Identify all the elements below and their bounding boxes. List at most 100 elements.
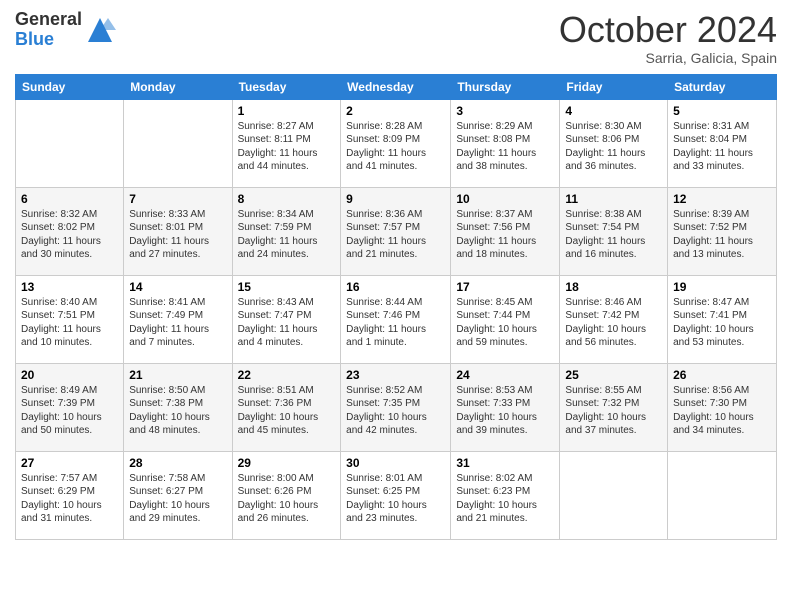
calendar-cell: 23 Sunrise: 8:52 AM Sunset: 7:35 PM Dayli… <box>341 363 451 451</box>
day-info: Sunrise: 8:51 AM Sunset: 7:36 PM Dayligh… <box>238 384 336 438</box>
day-number: 6 <box>21 192 118 206</box>
day-info: Sunrise: 8:38 AM Sunset: 7:54 PM Dayligh… <box>565 208 662 262</box>
day-number: 23 <box>346 368 445 382</box>
calendar-cell: 7 Sunrise: 8:33 AM Sunset: 8:01 PM Daylig… <box>124 187 232 275</box>
day-info: Sunrise: 8:01 AM Sunset: 6:25 PM Dayligh… <box>346 472 445 526</box>
calendar-cell <box>668 451 777 539</box>
calendar-cell: 8 Sunrise: 8:34 AM Sunset: 7:59 PM Daylig… <box>232 187 341 275</box>
day-info: Sunrise: 8:27 AM Sunset: 8:11 PM Dayligh… <box>238 120 336 174</box>
calendar-table: SundayMondayTuesdayWednesdayThursdayFrid… <box>15 74 777 540</box>
day-info: Sunrise: 8:43 AM Sunset: 7:47 PM Dayligh… <box>238 296 336 350</box>
day-number: 4 <box>565 104 662 118</box>
day-info: Sunrise: 8:39 AM Sunset: 7:52 PM Dayligh… <box>673 208 771 262</box>
calendar-cell: 31 Sunrise: 8:02 AM Sunset: 6:23 PM Dayli… <box>451 451 560 539</box>
calendar-cell: 2Sunrise: 8:28 AM Sunset: 8:09 PM Daylig… <box>341 99 451 187</box>
calendar-cell: 26Sunrise: 8:56 AM Sunset: 7:30 PM Dayli… <box>668 363 777 451</box>
calendar-cell: 11 Sunrise: 8:38 AM Sunset: 7:54 PM Dayli… <box>560 187 668 275</box>
calendar-cell: 13 Sunrise: 8:40 AM Sunset: 7:51 PM Dayli… <box>16 275 124 363</box>
day-info: Sunrise: 8:00 AM Sunset: 6:26 PM Dayligh… <box>238 472 336 526</box>
day-number: 24 <box>456 368 554 382</box>
calendar-cell <box>124 99 232 187</box>
calendar-cell <box>560 451 668 539</box>
day-number: 19 <box>673 280 771 294</box>
day-number: 7 <box>129 192 226 206</box>
day-info: Sunrise: 8:36 AM Sunset: 7:57 PM Dayligh… <box>346 208 445 262</box>
day-number: 29 <box>238 456 336 470</box>
day-number: 18 <box>565 280 662 294</box>
calendar-cell: 10 Sunrise: 8:37 AM Sunset: 7:56 PM Dayli… <box>451 187 560 275</box>
day-number: 9 <box>346 192 445 206</box>
day-info: Sunrise: 8:46 AM Sunset: 7:42 PM Dayligh… <box>565 296 662 350</box>
calendar-cell: 24 Sunrise: 8:53 AM Sunset: 7:33 PM Dayli… <box>451 363 560 451</box>
day-info: Sunrise: 8:44 AM Sunset: 7:46 PM Dayligh… <box>346 296 445 350</box>
day-info: Sunrise: 8:52 AM Sunset: 7:35 PM Dayligh… <box>346 384 445 438</box>
calendar-cell: 28 Sunrise: 7:58 AM Sunset: 6:27 PM Dayli… <box>124 451 232 539</box>
calendar-cell <box>16 99 124 187</box>
calendar-week-row: 20 Sunrise: 8:49 AM Sunset: 7:39 PM Dayli… <box>16 363 777 451</box>
calendar-cell: 17 Sunrise: 8:45 AM Sunset: 7:44 PM Dayli… <box>451 275 560 363</box>
day-info: Sunrise: 7:58 AM Sunset: 6:27 PM Dayligh… <box>129 472 226 526</box>
calendar-cell: 21 Sunrise: 8:50 AM Sunset: 7:38 PM Dayli… <box>124 363 232 451</box>
logo: General Blue <box>15 10 116 50</box>
day-info: Sunrise: 8:37 AM Sunset: 7:56 PM Dayligh… <box>456 208 554 262</box>
day-info: Sunrise: 8:32 AM Sunset: 8:02 PM Dayligh… <box>21 208 118 262</box>
day-info: Sunrise: 8:45 AM Sunset: 7:44 PM Dayligh… <box>456 296 554 350</box>
day-number: 21 <box>129 368 226 382</box>
day-info: Sunrise: 8:33 AM Sunset: 8:01 PM Dayligh… <box>129 208 226 262</box>
calendar-week-row: 6 Sunrise: 8:32 AM Sunset: 8:02 PM Daylig… <box>16 187 777 275</box>
calendar-cell: 22 Sunrise: 8:51 AM Sunset: 7:36 PM Dayli… <box>232 363 341 451</box>
calendar-week-row: 13 Sunrise: 8:40 AM Sunset: 7:51 PM Dayli… <box>16 275 777 363</box>
calendar-week-row: 1 Sunrise: 8:27 AM Sunset: 8:11 PM Daylig… <box>16 99 777 187</box>
calendar-cell: 29 Sunrise: 8:00 AM Sunset: 6:26 PM Dayli… <box>232 451 341 539</box>
day-info: Sunrise: 8:31 AM Sunset: 8:04 PM Dayligh… <box>673 120 771 174</box>
day-info: Sunrise: 8:55 AM Sunset: 7:32 PM Dayligh… <box>565 384 662 438</box>
day-header-monday: Monday <box>124 74 232 99</box>
day-number: 26 <box>673 368 771 382</box>
calendar-cell: 19 Sunrise: 8:47 AM Sunset: 7:41 PM Dayli… <box>668 275 777 363</box>
day-header-saturday: Saturday <box>668 74 777 99</box>
day-number: 11 <box>565 192 662 206</box>
day-info: Sunrise: 8:49 AM Sunset: 7:39 PM Dayligh… <box>21 384 118 438</box>
calendar-cell: 12 Sunrise: 8:39 AM Sunset: 7:52 PM Dayli… <box>668 187 777 275</box>
logo-general: General <box>15 10 82 30</box>
header: General Blue October 2024 Sarria, Galici… <box>15 10 777 66</box>
day-header-thursday: Thursday <box>451 74 560 99</box>
day-info: Sunrise: 8:30 AM Sunset: 8:06 PM Dayligh… <box>565 120 662 174</box>
day-number: 10 <box>456 192 554 206</box>
day-number: 8 <box>238 192 336 206</box>
calendar-cell: 1 Sunrise: 8:27 AM Sunset: 8:11 PM Daylig… <box>232 99 341 187</box>
calendar-cell: 6 Sunrise: 8:32 AM Sunset: 8:02 PM Daylig… <box>16 187 124 275</box>
day-number: 12 <box>673 192 771 206</box>
day-info: Sunrise: 7:57 AM Sunset: 6:29 PM Dayligh… <box>21 472 118 526</box>
day-number: 31 <box>456 456 554 470</box>
calendar-cell: 5Sunrise: 8:31 AM Sunset: 8:04 PM Daylig… <box>668 99 777 187</box>
day-number: 17 <box>456 280 554 294</box>
day-info: Sunrise: 8:40 AM Sunset: 7:51 PM Dayligh… <box>21 296 118 350</box>
day-number: 20 <box>21 368 118 382</box>
calendar-week-row: 27 Sunrise: 7:57 AM Sunset: 6:29 PM Dayli… <box>16 451 777 539</box>
calendar-cell: 20 Sunrise: 8:49 AM Sunset: 7:39 PM Dayli… <box>16 363 124 451</box>
day-number: 30 <box>346 456 445 470</box>
day-number: 28 <box>129 456 226 470</box>
location-subtitle: Sarria, Galicia, Spain <box>559 50 777 66</box>
title-section: October 2024 Sarria, Galicia, Spain <box>559 10 777 66</box>
day-header-tuesday: Tuesday <box>232 74 341 99</box>
day-number: 3 <box>456 104 554 118</box>
calendar-header-row: SundayMondayTuesdayWednesdayThursdayFrid… <box>16 74 777 99</box>
day-header-wednesday: Wednesday <box>341 74 451 99</box>
day-info: Sunrise: 8:53 AM Sunset: 7:33 PM Dayligh… <box>456 384 554 438</box>
day-info: Sunrise: 8:47 AM Sunset: 7:41 PM Dayligh… <box>673 296 771 350</box>
logo-blue: Blue <box>15 30 82 50</box>
calendar-cell: 30 Sunrise: 8:01 AM Sunset: 6:25 PM Dayli… <box>341 451 451 539</box>
day-number: 1 <box>238 104 336 118</box>
day-info: Sunrise: 8:50 AM Sunset: 7:38 PM Dayligh… <box>129 384 226 438</box>
day-number: 13 <box>21 280 118 294</box>
calendar-cell: 9 Sunrise: 8:36 AM Sunset: 7:57 PM Daylig… <box>341 187 451 275</box>
calendar-cell: 16Sunrise: 8:44 AM Sunset: 7:46 PM Dayli… <box>341 275 451 363</box>
day-info: Sunrise: 8:02 AM Sunset: 6:23 PM Dayligh… <box>456 472 554 526</box>
calendar-cell: 18 Sunrise: 8:46 AM Sunset: 7:42 PM Dayli… <box>560 275 668 363</box>
calendar-cell: 27 Sunrise: 7:57 AM Sunset: 6:29 PM Dayli… <box>16 451 124 539</box>
day-info: Sunrise: 8:34 AM Sunset: 7:59 PM Dayligh… <box>238 208 336 262</box>
day-number: 27 <box>21 456 118 470</box>
day-number: 22 <box>238 368 336 382</box>
